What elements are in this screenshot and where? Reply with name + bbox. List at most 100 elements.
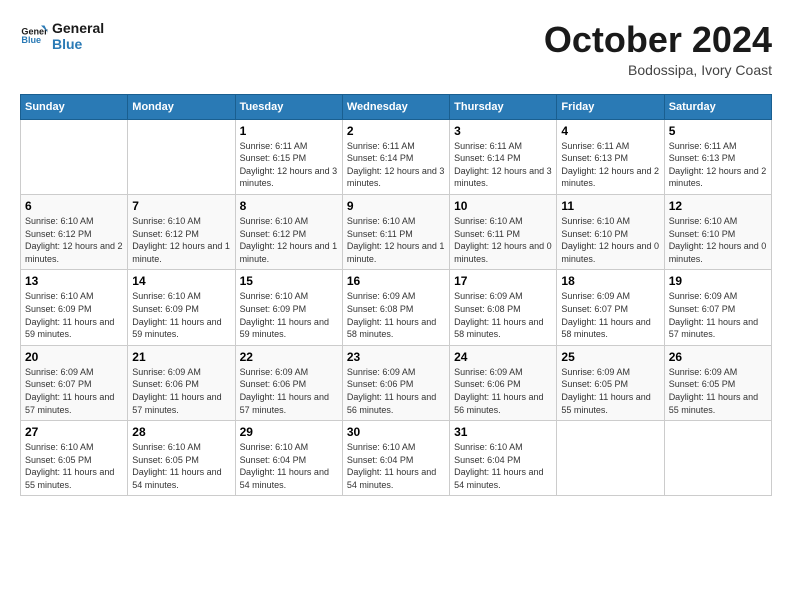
svg-text:Blue: Blue [21,35,41,45]
day-info: Sunrise: 6:10 AM Sunset: 6:09 PM Dayligh… [240,290,338,340]
calendar-week-row: 13 Sunrise: 6:10 AM Sunset: 6:09 PM Dayli… [21,270,772,345]
calendar-cell: 13Sunrise: 6:10 AM Sunset: 6:09 PM Dayli… [21,270,128,345]
calendar-cell: 21 Sunrise: 6:09 AM Sunset: 6:06 PM Dayli… [128,345,235,420]
day-info: Sunrise: 6:11 AM Sunset: 6:13 PM Dayligh… [561,140,659,190]
logo-icon: General Blue [20,22,48,50]
day-info: Sunrise: 6:09 AM Sunset: 6:05 PM Dayligh… [669,366,767,416]
day-number: 11 [561,199,659,213]
calendar-cell: 3 Sunrise: 6:11 AM Sunset: 6:14 PM Daylig… [450,119,557,194]
calendar-cell [128,119,235,194]
calendar-cell: 17 Sunrise: 6:09 AM Sunset: 6:08 PM Dayli… [450,270,557,345]
calendar-cell: 28 Sunrise: 6:10 AM Sunset: 6:05 PM Dayli… [128,421,235,496]
weekday-header: Sunday [21,94,128,119]
calendar-cell: 6 Sunrise: 6:10 AM Sunset: 6:12 PM Daylig… [21,194,128,269]
day-info: Sunrise: 6:09 AM Sunset: 6:06 PM Dayligh… [240,366,338,416]
day-number: 1 [240,124,338,138]
calendar-cell: 9Sunrise: 6:10 AM Sunset: 6:11 PM Daylig… [342,194,449,269]
day-number: 29 [240,425,338,439]
day-info: Sunrise: 6:09 AM Sunset: 6:06 PM Dayligh… [347,366,445,416]
day-info: Sunrise: 6:09 AM Sunset: 6:05 PM Dayligh… [561,366,659,416]
day-info: Sunrise: 6:10 AM Sunset: 6:12 PM Dayligh… [240,215,338,265]
calendar-cell: 2 Sunrise: 6:11 AM Sunset: 6:14 PM Daylig… [342,119,449,194]
weekday-header-row: SundayMondayTuesdayWednesdayThursdayFrid… [21,94,772,119]
day-info: Sunrise: 6:09 AM Sunset: 6:06 PM Dayligh… [454,366,552,416]
calendar-cell: 18Sunrise: 6:09 AM Sunset: 6:07 PM Dayli… [557,270,664,345]
day-number: 17 [454,274,552,288]
day-number: 25 [561,350,659,364]
day-number: 7 [132,199,230,213]
day-number: 19 [669,274,767,288]
weekday-header: Friday [557,94,664,119]
calendar-cell: 12Sunrise: 6:10 AM Sunset: 6:10 PM Dayli… [664,194,771,269]
calendar-cell: 23Sunrise: 6:09 AM Sunset: 6:06 PM Dayli… [342,345,449,420]
calendar-cell: 7 Sunrise: 6:10 AM Sunset: 6:12 PM Daylig… [128,194,235,269]
calendar-cell: 22 Sunrise: 6:09 AM Sunset: 6:06 PM Dayli… [235,345,342,420]
calendar-cell: 14 Sunrise: 6:10 AM Sunset: 6:09 PM Dayli… [128,270,235,345]
day-info: Sunrise: 6:10 AM Sunset: 6:12 PM Dayligh… [132,215,230,265]
title-section: October 2024 Bodossipa, Ivory Coast [544,20,772,78]
day-number: 27 [25,425,123,439]
weekday-header: Tuesday [235,94,342,119]
calendar-cell: 15 Sunrise: 6:10 AM Sunset: 6:09 PM Dayli… [235,270,342,345]
month-title: October 2024 [544,20,772,60]
calendar-cell: 8 Sunrise: 6:10 AM Sunset: 6:12 PM Daylig… [235,194,342,269]
calendar-cell: 11 Sunrise: 6:10 AM Sunset: 6:10 PM Dayli… [557,194,664,269]
day-info: Sunrise: 6:11 AM Sunset: 6:14 PM Dayligh… [347,140,445,190]
day-info: Sunrise: 6:11 AM Sunset: 6:15 PM Dayligh… [240,140,338,190]
calendar-cell: 19Sunrise: 6:09 AM Sunset: 6:07 PM Dayli… [664,270,771,345]
day-number: 24 [454,350,552,364]
header: General Blue General Blue October 2024 B… [20,20,772,78]
day-info: Sunrise: 6:10 AM Sunset: 6:11 PM Dayligh… [347,215,445,265]
calendar-week-row: 1 Sunrise: 6:11 AM Sunset: 6:15 PM Daylig… [21,119,772,194]
day-info: Sunrise: 6:11 AM Sunset: 6:13 PM Dayligh… [669,140,767,190]
day-number: 10 [454,199,552,213]
day-number: 15 [240,274,338,288]
day-info: Sunrise: 6:10 AM Sunset: 6:05 PM Dayligh… [132,441,230,491]
day-number: 28 [132,425,230,439]
calendar-cell: 1 Sunrise: 6:11 AM Sunset: 6:15 PM Daylig… [235,119,342,194]
day-number: 3 [454,124,552,138]
calendar-cell: 29Sunrise: 6:10 AM Sunset: 6:04 PM Dayli… [235,421,342,496]
day-info: Sunrise: 6:10 AM Sunset: 6:04 PM Dayligh… [454,441,552,491]
day-info: Sunrise: 6:09 AM Sunset: 6:07 PM Dayligh… [561,290,659,340]
calendar-cell [557,421,664,496]
day-info: Sunrise: 6:10 AM Sunset: 6:10 PM Dayligh… [561,215,659,265]
day-info: Sunrise: 6:09 AM Sunset: 6:08 PM Dayligh… [347,290,445,340]
day-number: 8 [240,199,338,213]
day-number: 13 [25,274,123,288]
day-info: Sunrise: 6:10 AM Sunset: 6:05 PM Dayligh… [25,441,123,491]
day-number: 4 [561,124,659,138]
day-number: 6 [25,199,123,213]
calendar-week-row: 6 Sunrise: 6:10 AM Sunset: 6:12 PM Daylig… [21,194,772,269]
day-number: 21 [132,350,230,364]
calendar-cell: 31Sunrise: 6:10 AM Sunset: 6:04 PM Dayli… [450,421,557,496]
day-number: 2 [347,124,445,138]
day-info: Sunrise: 6:10 AM Sunset: 6:12 PM Dayligh… [25,215,123,265]
day-info: Sunrise: 6:11 AM Sunset: 6:14 PM Dayligh… [454,140,552,190]
calendar-cell [664,421,771,496]
calendar-table: SundayMondayTuesdayWednesdayThursdayFrid… [20,94,772,497]
day-number: 22 [240,350,338,364]
day-number: 20 [25,350,123,364]
calendar-cell: 4 Sunrise: 6:11 AM Sunset: 6:13 PM Daylig… [557,119,664,194]
calendar-week-row: 27 Sunrise: 6:10 AM Sunset: 6:05 PM Dayli… [21,421,772,496]
weekday-header: Thursday [450,94,557,119]
day-info: Sunrise: 6:10 AM Sunset: 6:11 PM Dayligh… [454,215,552,265]
day-info: Sunrise: 6:10 AM Sunset: 6:09 PM Dayligh… [132,290,230,340]
day-number: 12 [669,199,767,213]
location-subtitle: Bodossipa, Ivory Coast [544,62,772,78]
calendar-cell: 25 Sunrise: 6:09 AM Sunset: 6:05 PM Dayli… [557,345,664,420]
day-info: Sunrise: 6:09 AM Sunset: 6:06 PM Dayligh… [132,366,230,416]
weekday-header: Saturday [664,94,771,119]
day-number: 14 [132,274,230,288]
calendar-cell: 27 Sunrise: 6:10 AM Sunset: 6:05 PM Dayli… [21,421,128,496]
calendar-week-row: 20Sunrise: 6:09 AM Sunset: 6:07 PM Dayli… [21,345,772,420]
day-info: Sunrise: 6:10 AM Sunset: 6:04 PM Dayligh… [347,441,445,491]
calendar-cell [21,119,128,194]
logo-line1: General [52,20,104,36]
logo-line2: Blue [52,36,104,52]
calendar-cell: 30Sunrise: 6:10 AM Sunset: 6:04 PM Dayli… [342,421,449,496]
day-info: Sunrise: 6:09 AM Sunset: 6:08 PM Dayligh… [454,290,552,340]
weekday-header: Wednesday [342,94,449,119]
logo: General Blue General Blue [20,20,104,52]
